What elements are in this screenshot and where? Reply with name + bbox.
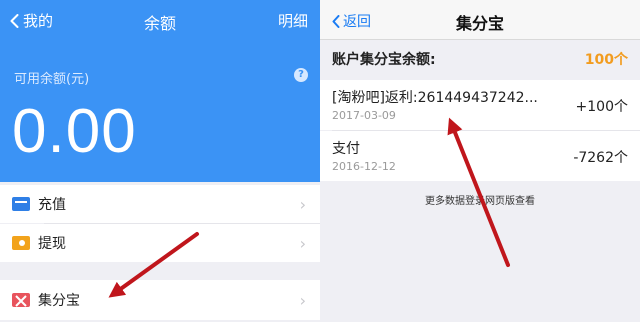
more-data-hint: 更多数据登录网页版查看 [425,196,535,207]
withdraw-wallet-icon [12,236,30,250]
chevron-right-icon: › [299,194,306,214]
menu-item-label: 集分宝 [38,293,80,309]
transaction-title: 支付 [332,141,360,157]
chevron-right-icon: › [299,233,306,253]
jifenbao-screen: 返回 集分宝 账户集分宝余额: 100个 [淘粉吧]返利:26144943724… [320,0,640,322]
jifenbao-icon [12,293,30,307]
account-balance-row: 账户集分宝余额: 100个 [320,40,640,78]
transaction-date: 2016-12-12 [332,160,396,173]
detail-button[interactable]: 明细 [278,10,308,31]
menu-item-recharge[interactable]: 充值 › [0,185,320,223]
help-icon[interactable]: ? [294,68,308,82]
transaction-date: 2017-03-09 [332,109,396,122]
menu-item-label: 提现 [38,236,66,252]
chevron-right-icon: › [299,290,306,310]
nav-bar: 返回 集分宝 [320,0,640,40]
account-balance-value: 100个 [584,52,628,68]
available-balance-label: 可用余额(元) [14,72,90,87]
menu-item-label: 充值 [38,197,66,213]
recharge-card-icon [12,197,30,211]
transaction-amount: +100个 [575,99,628,115]
transaction-amount: -7262个 [573,150,628,166]
transaction-row[interactable]: 支付 2016-12-12 -7262个 [320,131,640,181]
balance-screen: 我的 余额 明细 可用余额(元) ? 0.00 充值 › 提现 › 集分宝 › [0,0,320,322]
nav-bar: 我的 余额 明细 [0,0,320,40]
account-balance-label: 账户集分宝余额: [332,52,436,68]
page-title: 余额 [143,14,176,33]
page-title: 集分宝 [455,14,504,33]
transaction-title: [淘粉吧]返利:261449437242... [332,90,538,106]
balance-header: 我的 余额 明细 可用余额(元) ? 0.00 [0,0,320,182]
balance-amount: 0.00 [12,97,137,166]
transaction-row[interactable]: [淘粉吧]返利:261449437242... 2017-03-09 +100个 [320,80,640,130]
menu-item-jifenbao[interactable]: 集分宝 › [0,280,320,320]
menu-item-withdraw[interactable]: 提现 › [0,224,320,262]
